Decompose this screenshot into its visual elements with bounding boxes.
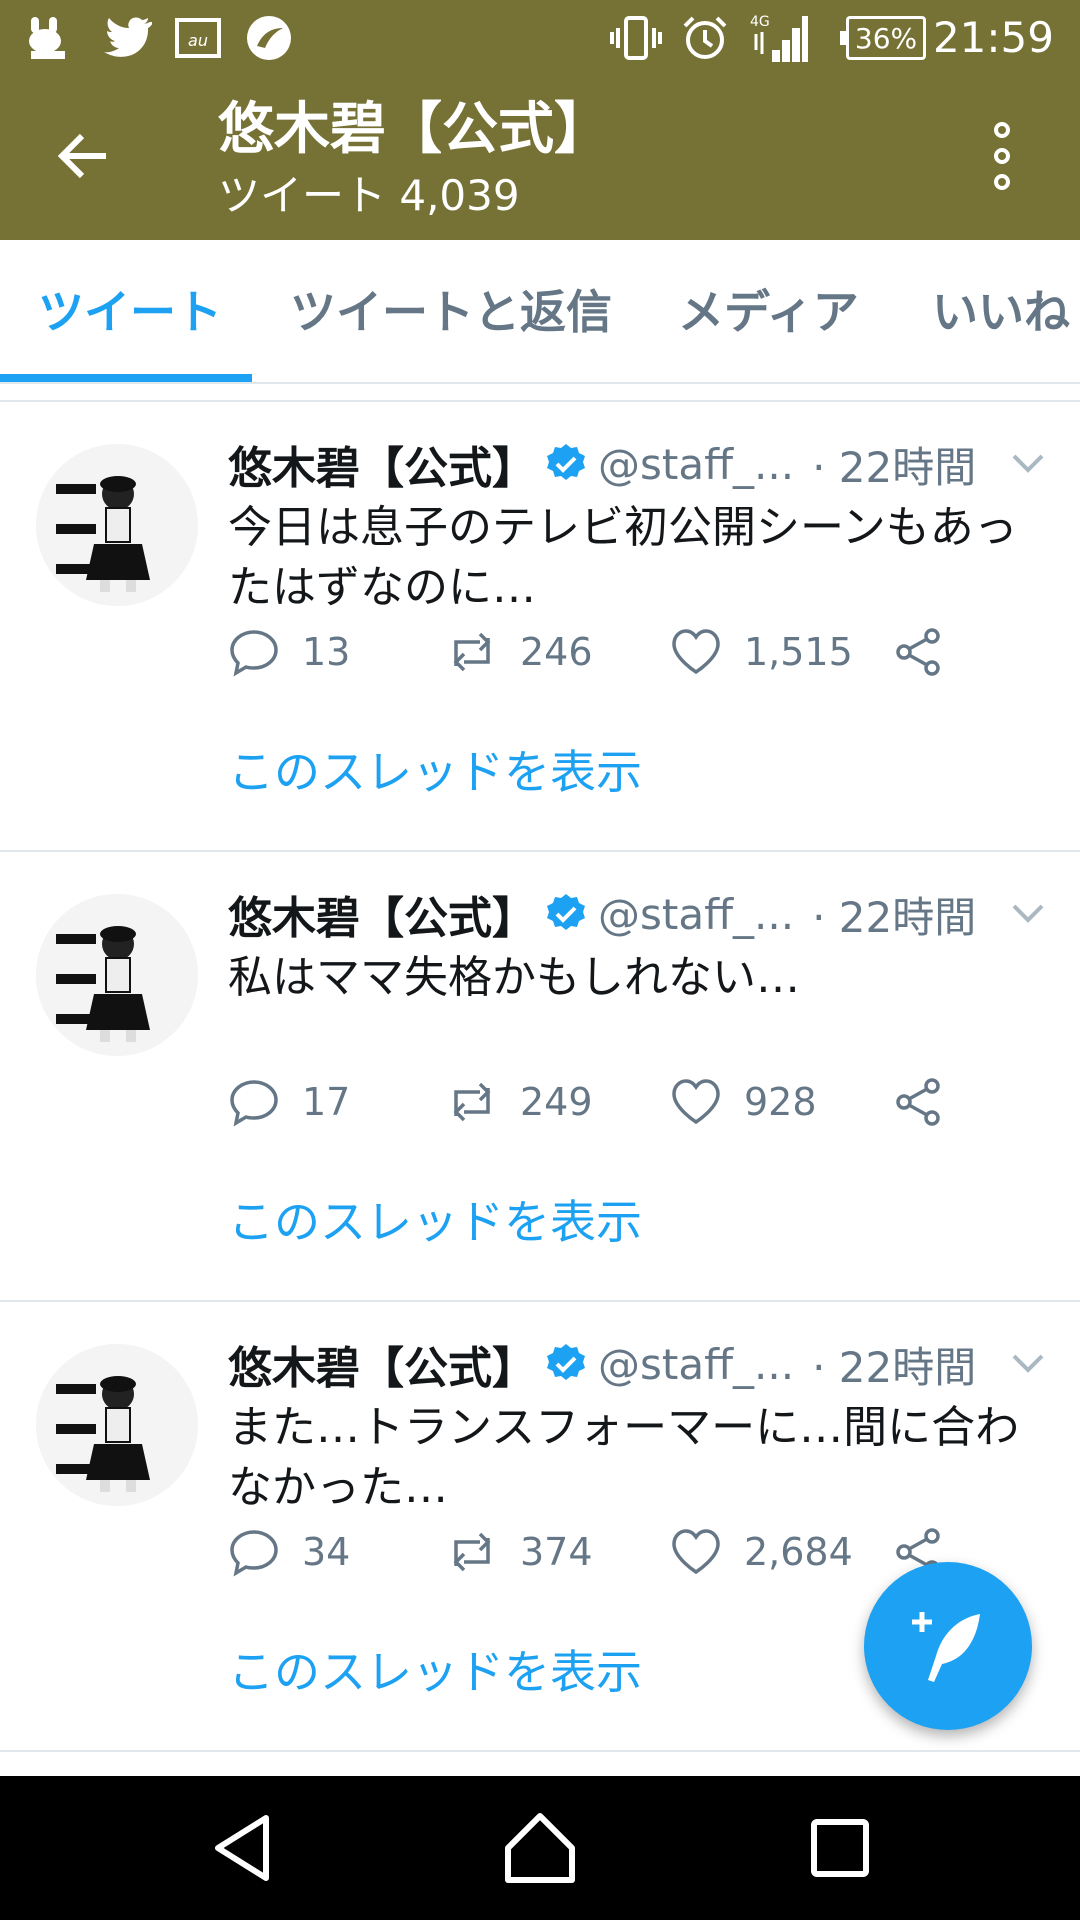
- reply-button[interactable]: 34: [228, 1512, 350, 1592]
- chevron-down-icon[interactable]: [1010, 900, 1046, 928]
- tweet-time[interactable]: · 22時間: [812, 1334, 976, 1395]
- avatar[interactable]: [36, 444, 198, 606]
- tweet-actions: 17 249 928: [228, 1062, 1028, 1142]
- tweet[interactable]: 悠木碧【公式】 @staff_... · 22時間 今日は息子のテレビ初公開シー…: [0, 402, 1080, 852]
- page-title: 悠木碧【公式】: [218, 97, 610, 162]
- arrow-left-icon: [57, 133, 106, 179]
- retweet-button[interactable]: 249: [446, 1062, 593, 1142]
- system-nav-bar: [0, 1776, 1080, 1920]
- profile-tabs: ツイート ツイートと返信 メディア いいね: [0, 240, 1080, 384]
- like-button[interactable]: 928: [670, 1062, 817, 1142]
- heart-icon: [672, 629, 720, 675]
- more-options-button[interactable]: [982, 120, 1022, 192]
- alarm-icon: [680, 14, 730, 62]
- user-handle[interactable]: @staff_...: [598, 440, 794, 489]
- verified-icon: [547, 1344, 585, 1380]
- tweet-header: 悠木碧【公式】 @staff_... · 22時間: [228, 878, 1048, 950]
- tweet[interactable]: 悠木碧【公式】 @staff_... · 22時間 私はママ失格かもしれない… …: [0, 852, 1080, 1302]
- tab-likes[interactable]: いいね: [932, 240, 1070, 384]
- retweet-icon: [453, 1532, 491, 1572]
- nav-recents-icon[interactable]: [800, 1808, 880, 1888]
- retweet-icon: [453, 632, 491, 672]
- retweet-count: 249: [520, 1080, 593, 1124]
- like-count: 928: [744, 1080, 817, 1124]
- status-bar: au 4G 36% 21:59: [0, 0, 1080, 76]
- tab-media[interactable]: メディア: [678, 240, 859, 384]
- nav-home-icon[interactable]: [500, 1808, 580, 1888]
- tweet-header: 悠木碧【公式】 @staff_... · 22時間: [228, 428, 1048, 500]
- user-name[interactable]: 悠木碧【公式】: [228, 432, 536, 496]
- show-thread-link[interactable]: このスレッドを表示: [228, 740, 642, 804]
- reply-icon: [230, 630, 278, 677]
- like-button[interactable]: 2,684: [670, 1512, 853, 1592]
- avatar[interactable]: [36, 894, 198, 1056]
- nav-back-icon[interactable]: [204, 1808, 284, 1888]
- share-button[interactable]: [892, 1062, 966, 1142]
- share-icon: [896, 1078, 940, 1126]
- tweet-count: ツイート 4,039: [218, 171, 520, 220]
- share-button[interactable]: [892, 612, 966, 692]
- status-time: 21:59: [932, 13, 1054, 62]
- retweet-count: 374: [520, 1530, 593, 1574]
- app-icon-2: [244, 14, 294, 62]
- reply-button[interactable]: 13: [228, 612, 350, 692]
- reply-icon: [230, 1530, 278, 1577]
- vibrate-icon: [608, 14, 664, 62]
- compose-feather-icon: [912, 1612, 980, 1682]
- tab-tweets-replies[interactable]: ツイートと返信: [290, 240, 612, 384]
- share-icon: [896, 628, 940, 676]
- tweet-text: 今日は息子のテレビ初公開シーンもあったはずなのに…: [228, 502, 1018, 613]
- tweet-actions: 13 246 1,515: [228, 612, 1028, 692]
- heart-icon: [672, 1529, 720, 1575]
- avatar[interactable]: [36, 1344, 198, 1506]
- au-icon: au: [174, 14, 222, 62]
- user-name[interactable]: 悠木碧【公式】: [228, 882, 536, 946]
- tweet-text: 私はママ失格かもしれない…: [228, 952, 800, 1003]
- tab-indicator: [0, 374, 252, 382]
- tweet-header: 悠木碧【公式】 @staff_... · 22時間: [228, 1328, 1048, 1400]
- show-thread-link[interactable]: このスレッドを表示: [228, 1190, 642, 1254]
- retweet-icon: [453, 1082, 491, 1122]
- reply-icon: [230, 1080, 278, 1127]
- retweet-count: 246: [520, 630, 593, 674]
- user-handle[interactable]: @staff_...: [598, 1340, 794, 1389]
- reply-button[interactable]: 17: [228, 1062, 350, 1142]
- heart-icon: [672, 1079, 720, 1125]
- reply-count: 17: [302, 1080, 351, 1124]
- retweet-button[interactable]: 246: [446, 612, 593, 692]
- chevron-down-icon[interactable]: [1010, 450, 1046, 478]
- tweet-time[interactable]: · 22時間: [812, 434, 976, 495]
- back-button[interactable]: [52, 124, 116, 188]
- tweet-text: また…トランスフォーマーに…間に合わなかった…: [228, 1402, 1020, 1513]
- like-count: 2,684: [744, 1530, 853, 1574]
- app-bar: 悠木碧【公式】 ツイート 4,039: [0, 76, 1080, 240]
- like-button[interactable]: 1,515: [670, 612, 853, 692]
- reply-count: 34: [302, 1530, 351, 1574]
- reply-count: 13: [302, 630, 351, 674]
- battery-icon: 36%: [840, 16, 926, 60]
- verified-icon: [547, 444, 585, 480]
- user-handle[interactable]: @staff_...: [598, 890, 794, 939]
- verified-icon: [547, 894, 585, 930]
- svg-text:au: au: [188, 31, 208, 50]
- tweet-time[interactable]: · 22時間: [812, 884, 976, 945]
- user-name[interactable]: 悠木碧【公式】: [228, 1332, 536, 1396]
- battery-level: 36%: [854, 21, 918, 55]
- like-count: 1,515: [744, 630, 853, 674]
- twitter-icon: [98, 14, 154, 62]
- retweet-button[interactable]: 374: [446, 1512, 593, 1592]
- more-vert-icon: [994, 122, 1010, 190]
- compose-tweet-button[interactable]: [864, 1562, 1032, 1730]
- app-icon: [24, 14, 72, 62]
- tab-tweets[interactable]: ツイート: [38, 240, 222, 384]
- show-thread-link[interactable]: このスレッドを表示: [228, 1640, 642, 1704]
- chevron-down-icon[interactable]: [1010, 1350, 1046, 1378]
- svg-text:4G: 4G: [750, 14, 770, 30]
- signal-icon: 4G: [748, 14, 810, 62]
